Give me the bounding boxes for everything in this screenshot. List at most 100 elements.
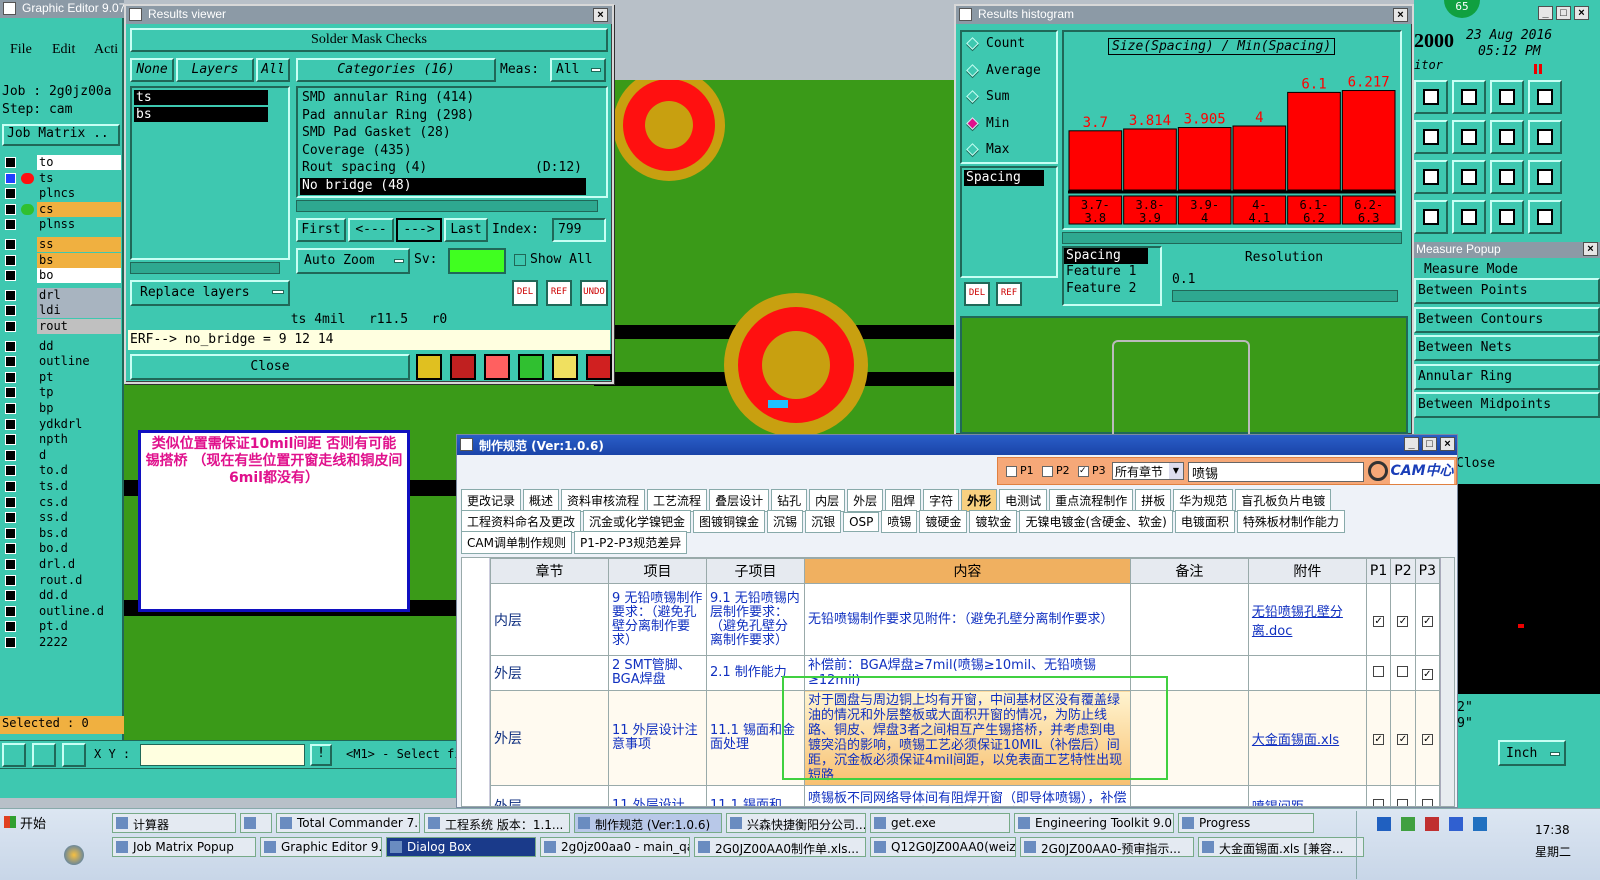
maximize-icon[interactable]: □ [1422, 437, 1437, 451]
replace-layers-button[interactable]: Replace layers [130, 280, 290, 306]
tool-icon[interactable] [1414, 120, 1448, 154]
last-button[interactable]: Last [444, 218, 488, 242]
categories-scrollbar[interactable] [296, 200, 598, 212]
spec-tab[interactable]: 沉锡 [767, 510, 804, 533]
layer-checkbox[interactable] [5, 387, 16, 399]
layer-checkbox[interactable] [5, 172, 16, 184]
checkbox-checked-icon[interactable]: ✓ [1397, 615, 1409, 627]
category-item[interactable]: Rout spacing (4) (D:12) [300, 160, 586, 178]
taskbar-button[interactable]: Q12G0JZ00AA0(weizy)... [870, 837, 1016, 857]
layer-row[interactable]: drl.d [3, 557, 121, 572]
layer-row[interactable]: ss.d [3, 510, 121, 526]
spacing-feature-item[interactable]: Spacing [1064, 248, 1148, 264]
spec-tab[interactable]: 钻孔 [771, 489, 808, 512]
histogram-icon[interactable] [586, 354, 612, 380]
checkbox-empty-icon[interactable] [1373, 666, 1385, 677]
layer-row[interactable]: plnss [3, 217, 121, 233]
delete-icon[interactable] [484, 354, 510, 380]
spec-tab[interactable]: P1-P2-P3规范差异 [573, 531, 688, 554]
first-button[interactable]: First [296, 218, 346, 242]
layer-checkbox[interactable] [5, 356, 16, 368]
p1-checkbox[interactable] [1006, 466, 1017, 477]
close-icon[interactable]: × [593, 8, 608, 22]
column-header[interactable]: 内容 [803, 558, 1131, 584]
layer-row[interactable]: ts.d [3, 479, 121, 494]
layer-checkbox[interactable] [5, 157, 16, 168]
layer-row[interactable]: pt [3, 369, 121, 385]
layer-checkbox[interactable] [5, 254, 16, 266]
taskbar-button[interactable]: Dialog Box [386, 837, 536, 857]
chapter-select[interactable]: 所有章节 ▼ [1112, 462, 1184, 480]
spec-tab[interactable]: 外层 [847, 489, 884, 512]
layer-row[interactable]: bo [3, 268, 121, 284]
layer-row[interactable]: bo.d [3, 541, 121, 557]
spec-tab[interactable]: 拼板 [1135, 489, 1172, 512]
layer-row[interactable]: cs.d [3, 494, 121, 510]
layer-checkbox[interactable] [5, 496, 16, 508]
layer-checkbox[interactable] [5, 559, 16, 570]
show-all-checkbox[interactable] [514, 254, 526, 266]
layer-row[interactable]: ldi [3, 303, 121, 319]
aggregate-option[interactable]: Max [962, 138, 1056, 165]
pause-icon[interactable] [1534, 64, 1542, 74]
measure-option[interactable]: Between Points [1414, 278, 1600, 304]
tool-icon[interactable] [1528, 160, 1562, 194]
spec-tab[interactable]: 更改记录 [461, 489, 522, 512]
all-layers-button[interactable]: All [256, 58, 290, 82]
del-button[interactable]: DEL [512, 280, 538, 306]
layer-row[interactable]: bs [3, 252, 121, 268]
attachment-link[interactable] [1247, 655, 1367, 691]
zoom-tool-icon[interactable] [2, 743, 26, 767]
none-button[interactable]: None [130, 58, 174, 82]
grid-tool-icon[interactable] [62, 743, 86, 767]
spec-tab[interactable]: CAM调单制作规则 [461, 531, 572, 554]
close-icon[interactable]: × [1574, 6, 1589, 20]
spec-tab[interactable]: 资料审核流程 [561, 489, 646, 512]
spec-tab[interactable]: 外形 [961, 489, 998, 512]
taskbar-button[interactable]: 2G0JZ00AA0制作单.xls... [694, 837, 866, 857]
spec-tab[interactable]: 特殊板材制作能力 [1236, 510, 1345, 533]
tool-icon[interactable] [1528, 200, 1562, 234]
layer-row[interactable]: rout [3, 319, 121, 334]
layer-checkbox[interactable] [5, 574, 16, 586]
layer-checkbox[interactable] [5, 239, 16, 250]
layer-row[interactable]: ydkdrl [3, 416, 121, 432]
column-header[interactable]: P2 [1390, 558, 1416, 584]
taskbar-button[interactable]: Job Matrix Popup [112, 837, 256, 857]
table-row[interactable]: 外层 11 外层设计 11.1 锡面和 喷锡板不同网络导体间有阻焊开窗（即导体喷锡），… [490, 785, 1441, 806]
resolution-slider[interactable] [1172, 290, 1398, 302]
taskbar-button[interactable]: Engineering Toolkit 9.0... [1014, 813, 1174, 833]
checkbox-empty-icon[interactable] [1397, 798, 1409, 806]
aggregate-option[interactable]: Count [962, 32, 1056, 59]
checkbox-checked-icon[interactable]: ✓ [1373, 734, 1385, 745]
maximize-icon[interactable]: □ [1556, 6, 1571, 20]
search-input[interactable]: 喷锡 [1188, 462, 1364, 482]
tool-icon[interactable] [1452, 160, 1486, 194]
layer-checkbox[interactable] [5, 289, 16, 301]
tool-icon[interactable] [1490, 200, 1524, 234]
layer-checkbox[interactable] [5, 340, 16, 352]
layer-checkbox[interactable] [5, 188, 16, 200]
checkbox-checked-icon[interactable]: ✓ [1421, 669, 1433, 680]
layer-list-item[interactable]: bs [134, 107, 268, 122]
spec-tab[interactable]: 工程资料命名及更改 [461, 510, 582, 533]
taskbar-button[interactable]: 2G0JZ00AA0-预审指示... [1020, 837, 1194, 857]
layer-row[interactable]: outline.d [3, 603, 121, 619]
column-header[interactable]: 章节 [490, 558, 609, 584]
tool-icon[interactable] [1490, 80, 1524, 114]
taskbar-button[interactable]: 工程系统 版本：1.1... [424, 813, 570, 833]
layer-checkbox[interactable] [5, 481, 16, 492]
layer-row[interactable]: outline [3, 354, 121, 370]
column-header[interactable]: 项目 [607, 558, 707, 584]
tool-icon[interactable] [1414, 200, 1448, 234]
layer-checkbox[interactable] [5, 590, 16, 602]
minimize-icon[interactable]: _ [1538, 6, 1553, 20]
spec-tab[interactable]: 字符 [923, 489, 960, 512]
layer-checkbox[interactable] [5, 371, 16, 383]
column-header[interactable]: P1 [1365, 558, 1392, 584]
measure-close-label[interactable]: Close [1456, 456, 1495, 471]
table-row[interactable]: 内层 9 无铅喷锡制作要求：（避免孔壁分离制作要求） 9.1 无铅喷锡内层制作要求：… [490, 583, 1441, 656]
category-item[interactable]: SMD Pad Gasket (28) [300, 125, 586, 143]
column-header[interactable]: 附件 [1247, 558, 1367, 584]
aggregate-option[interactable]: Min [962, 112, 1056, 139]
